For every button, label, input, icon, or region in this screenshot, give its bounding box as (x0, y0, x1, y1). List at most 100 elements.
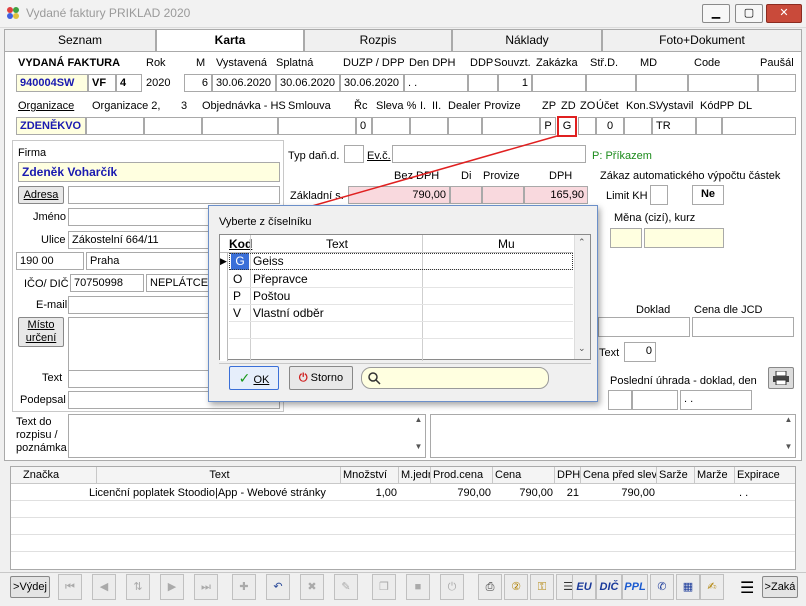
ico-field[interactable]: 70750998 (70, 274, 144, 292)
limit-kh-field[interactable] (650, 185, 668, 205)
kons-field[interactable] (624, 117, 652, 135)
ppl-button[interactable]: PPL (622, 574, 648, 600)
tax-text-field[interactable]: 0 (624, 342, 656, 362)
duzp-field[interactable]: 30.06.2020 (340, 74, 404, 92)
first-record-button[interactable]: ⏮ (58, 574, 82, 600)
zakazka-nav-button[interactable]: >Zaká (762, 576, 798, 598)
strd-field[interactable] (586, 74, 636, 92)
copy-button[interactable]: ❐ (372, 574, 396, 600)
ok-button[interactable]: ✓ OK (229, 366, 279, 390)
souvzt-field[interactable]: 1 (498, 74, 532, 92)
col-mjedn[interactable]: M.jedn (399, 467, 431, 484)
scroll-down-icon[interactable]: ⌄ (578, 343, 586, 354)
table-row-empty[interactable] (11, 519, 795, 535)
col-znacka[interactable]: Značka (21, 467, 97, 484)
col-dph[interactable]: DPH (555, 467, 581, 484)
firm-name-field[interactable]: Zdeněk Voharčík (18, 162, 280, 182)
save-button[interactable]: ■ (406, 574, 430, 600)
kurz-field[interactable] (644, 228, 724, 248)
power-button[interactable]: ⏻ (440, 574, 464, 600)
undo-button[interactable]: ↶ (266, 574, 290, 600)
doklad-field[interactable] (598, 317, 690, 337)
list-item-empty[interactable] (229, 339, 573, 356)
col-prodcena[interactable]: Prod.cena (431, 467, 493, 484)
last-record-button[interactable]: ⏭ (194, 574, 218, 600)
doc-type-num-field[interactable]: 4 (116, 74, 142, 92)
col-mnozstvi[interactable]: Množství (341, 467, 399, 484)
search-input[interactable] (361, 367, 549, 389)
psc-field[interactable]: 190 00 (16, 252, 84, 270)
note-button[interactable]: ✍ (700, 574, 724, 600)
vystavena-field[interactable]: 30.06.2020 (212, 74, 276, 92)
dl-field[interactable] (722, 117, 796, 135)
col-kod[interactable]: Kod (229, 237, 252, 251)
scroll-up-icon[interactable]: ⌃ (578, 237, 586, 248)
adresa-field[interactable] (68, 186, 280, 204)
rozpis-textarea[interactable] (68, 414, 426, 458)
organizace-field[interactable]: ZDENĚKVO (16, 117, 86, 135)
list-item[interactable]: G Geiss (229, 253, 573, 270)
mena-field[interactable] (610, 228, 642, 248)
table-button[interactable]: ▦ (676, 574, 700, 600)
doc-type-field[interactable]: VF (88, 74, 116, 92)
ucet-field[interactable]: 0 (596, 117, 624, 135)
col-text[interactable]: Text (97, 467, 341, 484)
new-record-button[interactable]: ✚ (232, 574, 256, 600)
doc-number-field[interactable]: 940004SW (16, 74, 88, 92)
organizace2-field[interactable] (86, 117, 144, 135)
ddp-field[interactable] (468, 74, 498, 92)
adresa-button[interactable]: Adresa (18, 186, 64, 204)
col-sarze[interactable]: Sarže (657, 467, 695, 484)
minimize-button[interactable]: ▁ (702, 4, 730, 23)
list-item[interactable]: V Vlastní odběr (229, 305, 573, 322)
organizace3-field[interactable] (144, 117, 202, 135)
col-text-header[interactable]: Text (326, 237, 348, 251)
edit-button[interactable]: ✎ (334, 574, 358, 600)
col-expirace[interactable]: Expirace (735, 467, 795, 484)
close-button[interactable]: ✕ (766, 4, 802, 23)
posledni-doklad-field[interactable] (632, 390, 678, 410)
tab-seznam[interactable]: Seznam (4, 29, 156, 51)
poznamka-textarea[interactable] (430, 414, 796, 458)
eu-button[interactable]: EU (572, 574, 596, 600)
table-row[interactable]: Licenční poplatek Stoodio|App - Webové s… (11, 485, 795, 501)
post-button[interactable]: ✆ (650, 574, 674, 600)
next-record-button[interactable]: ▶ (160, 574, 184, 600)
list-item[interactable]: P Poštou (229, 288, 573, 305)
two-button[interactable]: ② (504, 574, 528, 600)
storno-button[interactable]: ⏻ Storno (289, 366, 353, 390)
cena-jcd-field[interactable] (692, 317, 794, 337)
col-cena-pred-slev[interactable]: Cena před slev (581, 467, 657, 484)
col-cena[interactable]: Cena (493, 467, 555, 484)
tab-foto-dokument[interactable]: Foto+Dokument (602, 29, 802, 51)
menu-icon[interactable]: ☰ (740, 578, 754, 598)
tab-rozpis[interactable]: Rozpis (304, 29, 452, 51)
tab-karta[interactable]: Karta (156, 29, 304, 52)
objednavka-field[interactable] (202, 117, 278, 135)
poznamka-scrollbar[interactable]: ▲ ▼ (782, 415, 795, 457)
m-field[interactable]: 6 (184, 74, 212, 92)
vydej-button[interactable]: >Výdej (10, 576, 50, 598)
col-mu[interactable]: Mu (498, 237, 515, 251)
kodpp-field[interactable] (696, 117, 722, 135)
den-dph-field[interactable]: . . (404, 74, 468, 92)
md-field[interactable] (636, 74, 688, 92)
vystavil-field[interactable]: TR (652, 117, 696, 135)
pausal-field[interactable] (758, 74, 796, 92)
zakazka-field[interactable] (532, 74, 586, 92)
list-item-empty[interactable] (229, 322, 573, 339)
prev-record-button[interactable]: ◀ (92, 574, 116, 600)
posledni-a-field[interactable] (608, 390, 632, 410)
col-marze[interactable]: Marže (695, 467, 735, 484)
sort-button[interactable]: ⇅ (126, 574, 150, 600)
rozpis-scrollbar[interactable]: ▲ ▼ (412, 415, 425, 457)
maximize-button[interactable]: ▢ (735, 4, 763, 23)
limit-ne-field[interactable]: Ne (692, 185, 724, 205)
table-row-empty[interactable] (11, 502, 795, 518)
list-item[interactable]: O Přepravce (229, 271, 573, 288)
code-field[interactable] (688, 74, 758, 92)
zo-field[interactable] (578, 117, 596, 135)
print-button[interactable] (768, 367, 794, 389)
list-scrollbar[interactable]: ⌃ ⌄ (574, 235, 590, 359)
tab-naklady[interactable]: Náklady (452, 29, 602, 51)
